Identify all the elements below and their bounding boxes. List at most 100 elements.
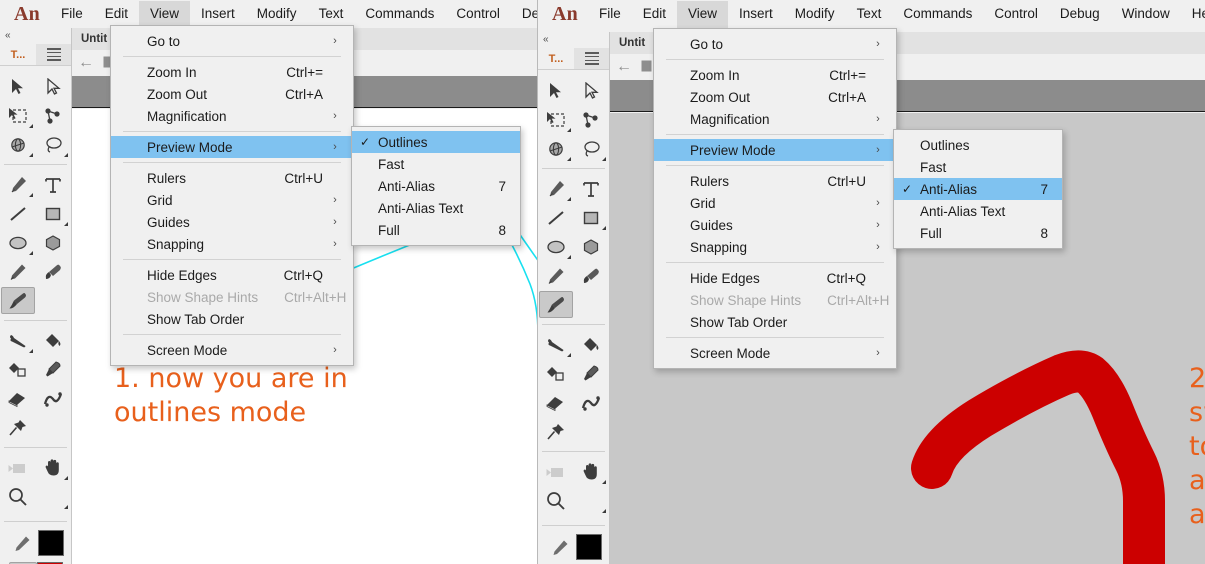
eraser-tool[interactable] xyxy=(0,384,36,413)
zoom-tool[interactable] xyxy=(0,482,36,511)
rectangle-tool[interactable] xyxy=(574,203,610,232)
menubar-item-control[interactable]: Control xyxy=(983,1,1049,28)
document-tab[interactable]: Untit xyxy=(610,32,656,54)
view-menu-item-go-to[interactable]: Go to › xyxy=(111,30,353,52)
rectangle-tool[interactable] xyxy=(36,199,72,228)
menubar-item-commands[interactable]: Commands xyxy=(354,1,445,28)
view-menu-item-guides[interactable]: Guides › xyxy=(654,214,896,236)
preview-mode-item-anti-alias-text[interactable]: Anti-Alias Text xyxy=(894,200,1062,222)
view-menu-item-go-to[interactable]: Go to › xyxy=(654,33,896,55)
subselection-tool[interactable] xyxy=(36,72,72,101)
preview-mode-item-anti-alias[interactable]: ✓ Anti-Alias 7 xyxy=(894,178,1062,200)
view-menu-item-guides[interactable]: Guides › xyxy=(111,211,353,233)
width-tool[interactable] xyxy=(36,384,72,413)
panel-menu-button[interactable] xyxy=(574,48,609,69)
bone-tool[interactable] xyxy=(36,101,72,130)
pencil-tool[interactable] xyxy=(538,261,574,290)
polystar-tool[interactable] xyxy=(574,232,610,261)
tool-panel-right[interactable]: « T... xyxy=(538,32,610,564)
zoom-tool[interactable] xyxy=(538,486,574,515)
scene-icon[interactable] xyxy=(641,60,652,75)
stroke-color-swatch[interactable] xyxy=(37,530,64,556)
view-menu-item-rulers[interactable]: Rulers Ctrl+U xyxy=(111,167,353,189)
view-menu-item-zoom-in[interactable]: Zoom In Ctrl+= xyxy=(111,61,353,83)
view-menu-item-grid[interactable]: Grid › xyxy=(111,189,353,211)
view-menu-item-zoom-out[interactable]: Zoom Out Ctrl+A xyxy=(111,83,353,105)
preview-mode-submenu-right[interactable]: Outlines Fast ✓ Anti-Alias 7 Anti-Alias Text F… xyxy=(893,129,1063,249)
view-menu-item-screen-mode[interactable]: Screen Mode › xyxy=(111,339,353,361)
menubar-item-insert[interactable]: Insert xyxy=(728,1,784,28)
preview-mode-item-outlines[interactable]: Outlines xyxy=(894,134,1062,156)
camera-tool[interactable] xyxy=(0,453,36,482)
preview-mode-submenu-left[interactable]: ✓ Outlines Fast Anti-Alias 7 Anti-Alias Text F… xyxy=(351,126,521,246)
preview-mode-item-full[interactable]: Full 8 xyxy=(352,219,520,241)
selection-tool[interactable] xyxy=(0,72,36,101)
view-menu-item-zoom-out[interactable]: Zoom Out Ctrl+A xyxy=(654,86,896,108)
paint-bucket-tool[interactable] xyxy=(36,326,72,355)
view-menu-item-snapping[interactable]: Snapping › xyxy=(111,233,353,255)
back-arrow-icon[interactable]: ← xyxy=(78,54,94,72)
ink-bottle-tool[interactable] xyxy=(538,359,574,388)
tool-panel-tab[interactable]: T... xyxy=(0,44,36,65)
view-menu-item-preview-mode[interactable]: Preview Mode › xyxy=(111,136,353,158)
preview-mode-item-anti-alias-text[interactable]: Anti-Alias Text xyxy=(352,197,520,219)
panel-collapse-icon[interactable]: « xyxy=(0,28,71,44)
preview-mode-item-full[interactable]: Full 8 xyxy=(894,222,1062,244)
view-menu-item-hide-edges[interactable]: Hide Edges Ctrl+Q xyxy=(111,264,353,286)
view-menu-item-zoom-in[interactable]: Zoom In Ctrl+= xyxy=(654,64,896,86)
menubar-item-view[interactable]: View xyxy=(677,0,729,28)
view-menu-item-rulers[interactable]: Rulers Ctrl+U xyxy=(654,170,896,192)
stroke-color-swatch[interactable] xyxy=(575,534,602,560)
brush-tool[interactable] xyxy=(1,287,35,314)
view-menu-item-hide-edges[interactable]: Hide Edges Ctrl+Q xyxy=(654,267,896,289)
paint-brush-tool[interactable] xyxy=(574,261,610,290)
oval-tool[interactable] xyxy=(0,228,36,257)
menubar-item-debug[interactable]: Debug xyxy=(1049,1,1111,28)
free-transform-tool[interactable] xyxy=(538,105,574,134)
brush-tool[interactable] xyxy=(539,291,573,318)
paint-brush-tool[interactable] xyxy=(36,257,72,286)
eyedropper-tool[interactable] xyxy=(36,355,72,384)
tool-panel-tab[interactable]: T... xyxy=(538,48,574,69)
back-arrow-icon[interactable]: ← xyxy=(616,58,632,76)
menubar-item-edit[interactable]: Edit xyxy=(94,1,139,28)
eyedropper-tool[interactable] xyxy=(574,359,610,388)
pen-tool[interactable] xyxy=(538,174,574,203)
camera-tool[interactable] xyxy=(538,457,574,486)
polystar-tool[interactable] xyxy=(36,228,72,257)
oval-tool[interactable] xyxy=(538,232,574,261)
preview-mode-item-outlines[interactable]: ✓ Outlines xyxy=(352,131,520,153)
selection-tool[interactable] xyxy=(538,76,574,105)
ink-bottle-tool[interactable] xyxy=(0,355,36,384)
line-tool[interactable] xyxy=(0,199,36,228)
menubar-item-window[interactable]: Window xyxy=(1111,1,1181,28)
text-tool[interactable] xyxy=(36,170,72,199)
view-menu-item-magnification[interactable]: Magnification › xyxy=(111,105,353,127)
menubar-item-commands[interactable]: Commands xyxy=(892,1,983,28)
view-menu-left[interactable]: Go to › Zoom In Ctrl+= Zoom Out Ctrl+A Magnifi… xyxy=(110,25,354,366)
preview-mode-item-anti-alias[interactable]: Anti-Alias 7 xyxy=(352,175,520,197)
panel-menu-button[interactable] xyxy=(36,44,71,65)
eraser-tool[interactable] xyxy=(538,388,574,417)
preview-mode-item-fast[interactable]: Fast xyxy=(352,153,520,175)
bone-tool[interactable] xyxy=(574,105,610,134)
text-tool[interactable] xyxy=(574,174,610,203)
pin-tool[interactable] xyxy=(0,413,36,442)
tool-panel-left[interactable]: « T... xyxy=(0,28,72,564)
pencil-tool[interactable] xyxy=(0,257,36,286)
menubar-item-modify[interactable]: Modify xyxy=(784,1,846,28)
lasso-tool[interactable] xyxy=(574,134,610,163)
view-menu-item-grid[interactable]: Grid › xyxy=(654,192,896,214)
paint-bucket-tool[interactable] xyxy=(574,330,610,359)
view-menu-item-screen-mode[interactable]: Screen Mode › xyxy=(654,342,896,364)
menubar-item-help[interactable]: Help xyxy=(1181,1,1205,28)
view-menu-item-show-tab-order[interactable]: Show Tab Order xyxy=(111,308,353,330)
menubar-item-file[interactable]: File xyxy=(50,1,94,28)
menubar-item-control[interactable]: Control xyxy=(445,1,511,28)
hand-tool[interactable] xyxy=(36,453,72,482)
line-tool[interactable] xyxy=(538,203,574,232)
view-menu-right[interactable]: Go to › Zoom In Ctrl+= Zoom Out Ctrl+A Magnifi… xyxy=(653,28,897,369)
menubar-item-insert[interactable]: Insert xyxy=(190,1,246,28)
width-tool[interactable] xyxy=(574,388,610,417)
view-menu-item-snapping[interactable]: Snapping › xyxy=(654,236,896,258)
